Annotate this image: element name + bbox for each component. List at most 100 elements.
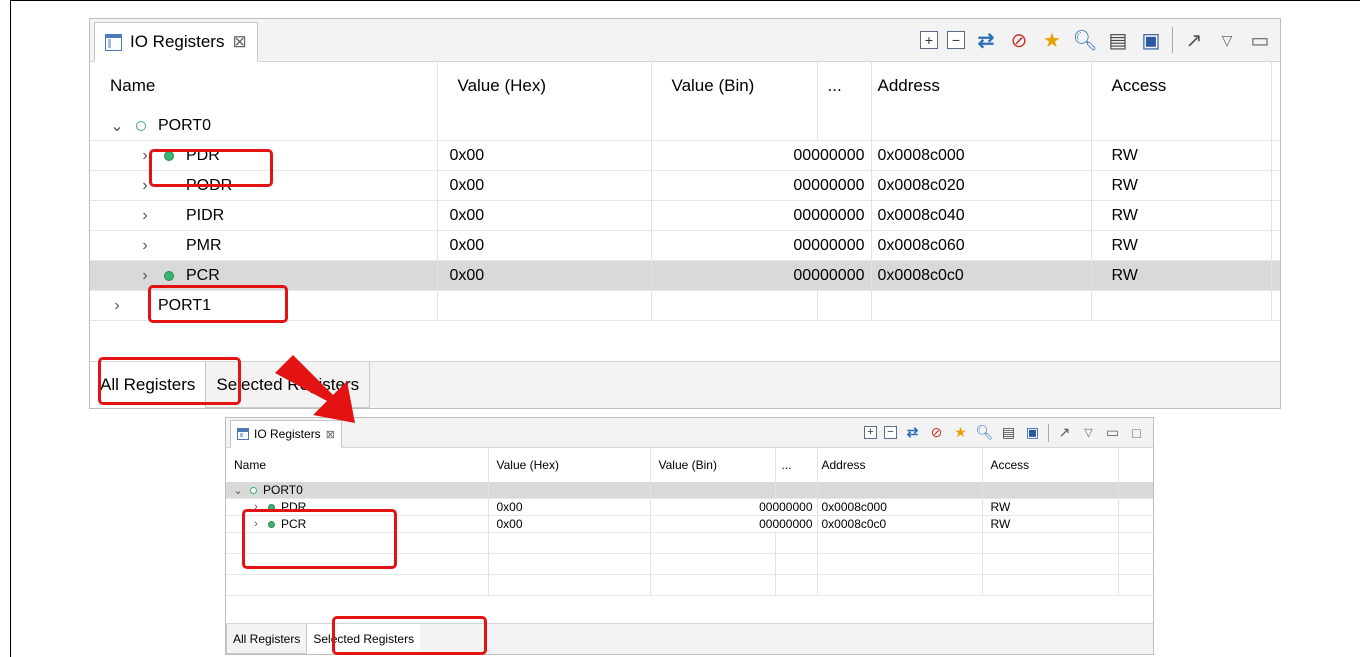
toolbar-separator bbox=[1172, 27, 1173, 53]
view-tab-bar: IO Registers ⊠ + − ⇄ ⊘ ★ 🔍︎ ▤ ▣ ↗ ▽ ▭ bbox=[90, 19, 1280, 62]
search-icon[interactable]: 🔍︎ bbox=[1072, 28, 1097, 52]
table-row[interactable]: › PIDR 0x00 00000000 0x0008c040 RW bbox=[90, 200, 1280, 231]
address: 0x0008c000 bbox=[871, 140, 1092, 171]
view-menu-icon[interactable]: ▽ bbox=[1080, 424, 1097, 441]
empty-row bbox=[226, 574, 1153, 596]
column-header-hex[interactable]: Value (Hex) bbox=[488, 448, 651, 482]
address: 0x0008c060 bbox=[871, 230, 1092, 261]
view-menu-icon[interactable]: ▽ bbox=[1215, 28, 1239, 52]
chevron-right-icon[interactable]: › bbox=[136, 207, 154, 225]
view-toolbar: + − ⇄ ⊘ ★ 🔍︎ ▤ ▣ ↗ ▽ ▭ □ bbox=[864, 418, 1145, 447]
minimize-icon[interactable]: ▭ bbox=[1248, 28, 1272, 52]
access: RW bbox=[1091, 170, 1272, 201]
favorite-icon[interactable]: ★ bbox=[1040, 28, 1064, 52]
status-dot-icon bbox=[136, 120, 146, 131]
search-icon[interactable]: 🔍︎ bbox=[976, 424, 994, 441]
highlight-pcr bbox=[148, 285, 288, 323]
maximize-icon[interactable]: □ bbox=[1128, 424, 1145, 441]
column-header-address[interactable]: Address bbox=[871, 61, 1092, 111]
group-label: PORT0 bbox=[263, 483, 303, 497]
value-bin[interactable]: 00000000 bbox=[651, 230, 872, 261]
access: RW bbox=[1091, 200, 1272, 231]
value-hex[interactable]: 0x00 bbox=[437, 170, 652, 201]
open-external-icon[interactable]: ↗ bbox=[1182, 28, 1206, 52]
value-hex[interactable]: 0x00 bbox=[437, 260, 652, 291]
value-hex[interactable]: 0x00 bbox=[437, 200, 652, 231]
tab-all-registers[interactable]: All Registers bbox=[226, 624, 308, 654]
refresh-icon[interactable]: ⇄ bbox=[974, 28, 998, 52]
value-hex[interactable]: 0x00 bbox=[488, 498, 651, 516]
expand-all-icon[interactable]: + bbox=[920, 31, 938, 49]
red-arrow-icon bbox=[275, 355, 355, 423]
remove-icon[interactable]: ⊘ bbox=[1007, 28, 1031, 52]
remove-icon[interactable]: ⊘ bbox=[928, 424, 945, 441]
table-row[interactable]: › PMR 0x00 00000000 0x0008c060 RW bbox=[90, 230, 1280, 261]
access: RW bbox=[1091, 230, 1272, 261]
value-hex[interactable]: 0x00 bbox=[437, 230, 652, 261]
chevron-down-icon[interactable]: ⌄ bbox=[232, 484, 244, 497]
collapse-all-icon[interactable]: − bbox=[884, 426, 897, 439]
access: RW bbox=[982, 498, 1119, 516]
register-name: PIDR bbox=[186, 206, 225, 224]
expand-all-icon[interactable]: + bbox=[864, 426, 877, 439]
value-hex[interactable]: 0x00 bbox=[437, 140, 652, 171]
address: 0x0008c040 bbox=[871, 200, 1092, 231]
highlight-pdr bbox=[149, 149, 273, 187]
refresh-icon[interactable]: ⇄ bbox=[904, 424, 921, 441]
register-name: PCR bbox=[186, 266, 220, 284]
column-header-more[interactable]: ... bbox=[817, 61, 872, 111]
view-icon bbox=[237, 428, 249, 440]
column-header-access[interactable]: Access bbox=[1091, 61, 1272, 111]
register-name: PMR bbox=[186, 236, 222, 254]
column-header-access[interactable]: Access bbox=[982, 448, 1119, 482]
save-icon[interactable]: ▣ bbox=[1139, 28, 1163, 52]
open-external-icon[interactable]: ↗ bbox=[1056, 424, 1073, 441]
address: 0x0008c000 bbox=[817, 498, 983, 516]
collapse-all-icon[interactable]: − bbox=[947, 31, 965, 49]
value-bin[interactable]: 00000000 bbox=[651, 170, 872, 201]
view-icon bbox=[105, 33, 122, 51]
value-bin[interactable]: 00000000 bbox=[651, 260, 872, 291]
access: RW bbox=[1091, 260, 1272, 291]
status-dot-icon bbox=[250, 486, 257, 494]
chevron-right-icon[interactable]: › bbox=[136, 237, 154, 255]
value-hex[interactable]: 0x00 bbox=[488, 515, 651, 533]
favorite-icon[interactable]: ★ bbox=[952, 424, 969, 441]
column-header-name[interactable]: Name bbox=[90, 61, 438, 111]
value-bin[interactable]: 00000000 bbox=[651, 140, 872, 171]
highlight-small-rows bbox=[242, 509, 397, 569]
print-icon[interactable]: ▤ bbox=[1000, 424, 1017, 441]
chevron-right-icon[interactable]: › bbox=[136, 267, 154, 285]
save-icon[interactable]: ▣ bbox=[1024, 424, 1041, 441]
group-row-port0[interactable]: ⌄ PORT0 bbox=[90, 111, 1280, 141]
table-header: Name Value (Hex) Value (Bin) ... Address… bbox=[226, 448, 1153, 482]
column-header-bin[interactable]: Value (Bin) bbox=[651, 61, 818, 111]
value-bin[interactable]: 00000000 bbox=[651, 200, 872, 231]
io-registers-tab[interactable]: IO Registers ⊠ bbox=[94, 22, 258, 62]
column-header-bin[interactable]: Value (Bin) bbox=[650, 448, 776, 482]
highlight-selected-registers bbox=[332, 616, 487, 655]
column-header-more[interactable]: ... bbox=[775, 448, 818, 482]
chevron-right-icon[interactable]: › bbox=[108, 297, 126, 315]
toolbar-separator bbox=[1048, 423, 1049, 442]
bottom-tab-bar: All Registers Selected Registers bbox=[90, 361, 1280, 408]
access: RW bbox=[982, 515, 1119, 533]
status-dot-icon bbox=[164, 270, 174, 281]
group-row-port0[interactable]: ⌄ PORT0 bbox=[226, 482, 1153, 499]
chevron-down-icon[interactable]: ⌄ bbox=[108, 116, 126, 136]
value-bin[interactable]: 00000000 bbox=[650, 498, 818, 516]
close-icon[interactable]: ⊠ bbox=[232, 32, 246, 52]
io-registers-view-all: IO Registers ⊠ + − ⇄ ⊘ ★ 🔍︎ ▤ ▣ ↗ ▽ ▭ Na… bbox=[89, 18, 1281, 409]
column-header-name[interactable]: Name bbox=[226, 448, 489, 482]
minimize-icon[interactable]: ▭ bbox=[1104, 424, 1121, 441]
column-header-hex[interactable]: Value (Hex) bbox=[437, 61, 652, 111]
column-header-address[interactable]: Address bbox=[817, 448, 983, 482]
access: RW bbox=[1091, 140, 1272, 171]
tab-label: IO Registers bbox=[130, 32, 225, 51]
address: 0x0008c0c0 bbox=[871, 260, 1092, 291]
highlight-all-registers bbox=[98, 357, 241, 405]
table-header: Name Value (Hex) Value (Bin) ... Address… bbox=[90, 61, 1280, 111]
print-icon[interactable]: ▤ bbox=[1106, 28, 1130, 52]
value-bin[interactable]: 00000000 bbox=[650, 515, 818, 533]
address: 0x0008c020 bbox=[871, 170, 1092, 201]
